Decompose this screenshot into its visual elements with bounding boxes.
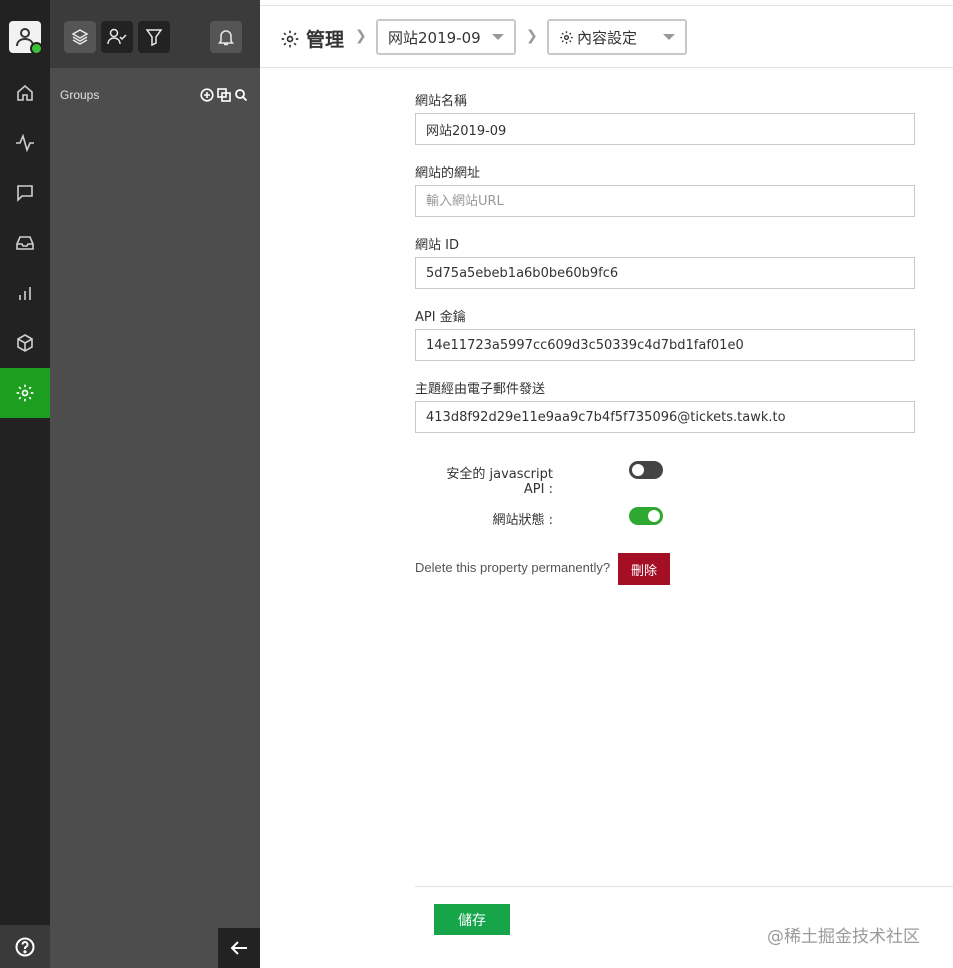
notifications-button[interactable]	[210, 21, 242, 53]
filter-button[interactable]	[138, 21, 170, 53]
nav-reporting[interactable]	[0, 268, 50, 318]
property-select-value: 网站2019-09	[388, 28, 481, 47]
gear-icon	[281, 30, 299, 47]
property-select[interactable]: 网站2019-09	[376, 19, 516, 55]
site-status-toggle[interactable]	[629, 507, 663, 525]
online-status-dot	[30, 42, 43, 55]
icon-rail	[0, 0, 50, 968]
search-icon[interactable]	[234, 88, 248, 102]
group-actions	[200, 88, 248, 102]
nav-monitoring[interactable]	[0, 118, 50, 168]
site-id-input[interactable]	[415, 257, 915, 289]
nav-administration[interactable]	[0, 368, 50, 418]
help-icon	[15, 937, 35, 956]
section-select-value: 內容設定	[577, 28, 638, 47]
user-check-icon	[107, 28, 127, 45]
nav-home[interactable]	[0, 68, 50, 118]
site-name-input[interactable]	[415, 113, 915, 145]
nav-addons[interactable]	[0, 318, 50, 368]
nav-messaging[interactable]	[0, 168, 50, 218]
gear-icon	[16, 384, 34, 402]
api-key-input[interactable]	[415, 329, 915, 361]
toggle-knob	[648, 510, 660, 522]
gear-icon	[560, 30, 573, 44]
chevron-down-icon	[663, 34, 675, 40]
panel-toolbar	[50, 0, 260, 68]
layers-button[interactable]	[64, 21, 96, 53]
page-title: 管理	[306, 29, 345, 51]
watermark: @稀土掘金技术社区	[767, 927, 920, 947]
filter-icon	[145, 29, 163, 46]
secure-js-api-toggle[interactable]	[629, 461, 663, 479]
site-name-label: 網站名稱	[415, 94, 468, 109]
site-id-label: 網站 ID	[415, 238, 459, 253]
groups-label: Groups	[60, 88, 100, 102]
breadcrumb-admin[interactable]: 管理	[280, 25, 344, 52]
groups-panel: Groups	[50, 0, 260, 968]
activity-icon	[16, 134, 34, 152]
page-header: 管理 ❯ 网站2019-09 ❯ 內容設定	[260, 5, 953, 68]
help-button[interactable]	[0, 925, 50, 968]
inbox-icon	[16, 236, 34, 250]
collapse-panel-button[interactable]	[218, 928, 260, 968]
chat-icon	[17, 185, 33, 202]
api-key-label: API 金鑰	[415, 310, 466, 325]
home-icon	[17, 84, 33, 101]
chevron-right-icon: ❯	[526, 28, 538, 44]
toggle-knob	[632, 464, 644, 476]
layers-icon	[71, 29, 89, 45]
add-group-icon[interactable]	[200, 88, 214, 102]
assigned-users-button[interactable]	[101, 21, 133, 53]
copy-icon[interactable]	[217, 88, 231, 102]
email-topic-input[interactable]	[415, 401, 915, 433]
bell-icon	[218, 30, 234, 46]
site-url-input[interactable]	[415, 185, 915, 217]
chevron-right-icon: ❯	[355, 28, 367, 44]
app-root: Groups 管理 ❯ 网站2019-09 ❯ 內容設定 網站名稱 网站2019…	[0, 0, 953, 968]
box-icon	[17, 334, 33, 352]
nav-inbox[interactable]	[0, 218, 50, 268]
delete-prompt: Delete this property permanently?	[415, 560, 611, 575]
chevron-down-icon	[492, 34, 504, 40]
footer-divider	[415, 886, 953, 887]
arrow-left-icon	[230, 941, 247, 955]
site-url-label: 網站的網址	[415, 166, 481, 181]
email-topic-label: 主題經由電子郵件發送	[415, 382, 546, 397]
site-status-label: 網站狀態 :	[492, 513, 553, 528]
secure-js-api-label: 安全的 javascript API :	[446, 467, 553, 497]
save-button[interactable]: 儲存	[434, 904, 510, 935]
bar-chart-icon	[19, 287, 31, 300]
delete-button[interactable]: 刪除	[618, 553, 670, 585]
section-select[interactable]: 內容設定	[547, 19, 687, 55]
